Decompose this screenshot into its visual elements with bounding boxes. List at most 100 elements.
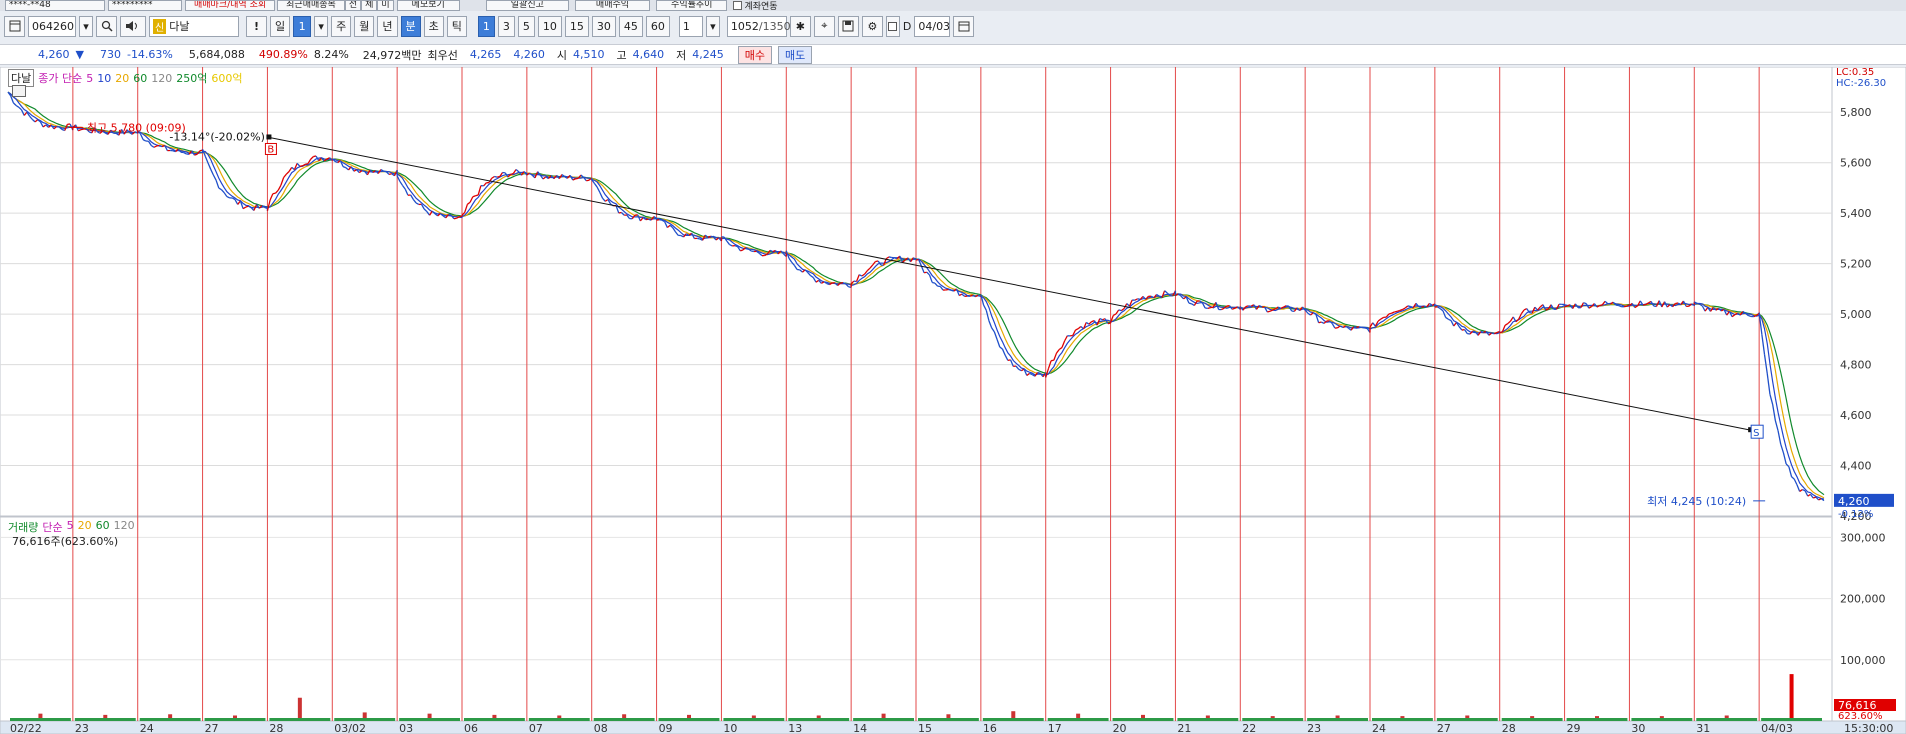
time-axis-pane	[0, 720, 1906, 734]
x-tick-label: 27	[1437, 722, 1451, 734]
x-tick-label: 29	[1567, 722, 1581, 734]
price-segment	[172, 150, 176, 153]
x-tick-label: 10	[723, 722, 737, 734]
price-segment	[264, 206, 268, 209]
price-tick-label: 5,600	[1840, 157, 1872, 170]
search-icon[interactable]	[96, 15, 117, 37]
best-price-label: 최우선	[427, 48, 458, 62]
buy-marker-text: B	[267, 144, 274, 155]
legend-ma20: 20	[115, 71, 130, 85]
x-tick-label: 28	[269, 722, 283, 734]
price-change: 730	[99, 48, 121, 61]
range-input[interactable]: 1052/13500	[726, 15, 798, 37]
save-icon[interactable]	[837, 15, 859, 37]
current-price-axis-label: 4,260	[1838, 495, 1870, 508]
period-day[interactable]: 일	[270, 15, 291, 37]
volume-value: 5,684,088	[188, 48, 245, 61]
price-segment	[932, 281, 936, 284]
minute-5[interactable]: 5	[517, 15, 535, 37]
price-segment	[1207, 306, 1211, 309]
x-tick-label: 17	[1048, 722, 1062, 734]
price-segment	[1286, 305, 1290, 307]
volume-ma-band	[1631, 718, 1693, 721]
date-input[interactable]: 04/03	[914, 15, 951, 37]
legend-amount-600: 600억	[211, 72, 243, 85]
grid-toggle-icon[interactable]	[12, 85, 26, 97]
price-segment	[1359, 326, 1363, 329]
buy-button[interactable]: 매수	[737, 45, 773, 64]
checkbox-label: 계좌연동	[744, 2, 778, 11]
day-count-select[interactable]: 1	[293, 15, 312, 37]
volume-bar	[1789, 674, 1794, 721]
trade-profit-button[interactable]: 매매수익	[574, 0, 651, 11]
checkbox-box[interactable]	[733, 1, 743, 10]
x-tick-label: 08	[594, 722, 608, 734]
crosshair-icon[interactable]: ⌖	[813, 15, 835, 37]
price-segment	[56, 125, 60, 128]
range-value: 1052	[730, 19, 759, 33]
batch-report-button[interactable]: 일괄신고	[485, 0, 569, 11]
x-tick-label: 24	[1372, 722, 1386, 734]
minute-30[interactable]: 30	[591, 15, 616, 37]
price-segment	[1491, 332, 1495, 335]
minute-count-input[interactable]: 1	[678, 15, 703, 37]
period-minute[interactable]: 분	[400, 15, 421, 37]
volume-ma-band	[1566, 718, 1628, 721]
settings-gear-icon[interactable]: ⚙	[861, 15, 883, 37]
price-segment	[1480, 330, 1484, 333]
alert-icon[interactable]: !	[246, 15, 267, 37]
date-checkbox[interactable]	[885, 15, 900, 37]
minute-60[interactable]: 60	[645, 15, 670, 37]
volume-ma-band	[788, 718, 850, 721]
price-segment	[156, 144, 160, 147]
period-week[interactable]: 주	[331, 15, 352, 37]
price-segment	[453, 217, 457, 220]
volume-bar	[297, 697, 302, 721]
day-count-dropdown-icon[interactable]: ▾	[314, 15, 329, 37]
stock-name-field[interactable]: 신 다날	[149, 15, 239, 37]
minute-10[interactable]: 10	[537, 15, 562, 37]
period-tick[interactable]: 틱	[446, 15, 467, 37]
low-price: 4,245	[692, 48, 724, 61]
legend-amount-250: 250억	[176, 72, 208, 85]
minute-1[interactable]: 1	[477, 15, 495, 37]
trade-history-button[interactable]: 매매마크/내역 조회	[185, 0, 276, 11]
unfilled-button[interactable]: 미	[377, 0, 394, 11]
all-button[interactable]: 전	[344, 0, 362, 11]
period-year[interactable]: 년	[377, 15, 398, 37]
account-select[interactable]: ****-**48	[5, 0, 105, 11]
x-tick-label: 03/02	[334, 722, 366, 734]
minute-3[interactable]: 3	[497, 15, 515, 37]
volume-ma-band	[528, 718, 590, 721]
chart-area[interactable]: 5,800 5,600 5,400 5,200 5,000 4,800 4,600 4,400…	[0, 67, 1906, 734]
calendar-icon[interactable]	[953, 15, 975, 37]
volume-ma-band	[464, 718, 525, 721]
down-arrow-icon: ▼	[75, 48, 84, 61]
price-segment	[888, 256, 892, 259]
layout-icon[interactable]	[4, 15, 25, 37]
minute-45[interactable]: 45	[618, 15, 643, 37]
speaker-icon[interactable]	[120, 15, 146, 37]
minute-dropdown-icon[interactable]: ▾	[705, 15, 720, 37]
volume-ma-band	[399, 718, 460, 721]
profit-trend-button[interactable]: 수익률추이	[656, 0, 728, 11]
memo-button[interactable]: 메모보기	[396, 0, 460, 11]
code-dropdown-icon[interactable]: ▾	[79, 15, 93, 37]
stock-code-input[interactable]: 064260	[28, 15, 76, 37]
price-segment	[1696, 302, 1700, 305]
period-second[interactable]: 초	[423, 15, 444, 37]
sell-button[interactable]: 매도	[778, 45, 813, 64]
x-tick-label: 23	[1307, 722, 1321, 734]
minute-15[interactable]: 15	[564, 15, 589, 37]
account-link-checkbox[interactable]: 계좌연동	[733, 0, 778, 11]
recent-trades-button[interactable]: 최근매매종목	[277, 0, 345, 11]
spinner-icon[interactable]: ✱	[789, 15, 811, 37]
password-field[interactable]: *********	[108, 0, 182, 11]
volume-ma-band	[1501, 718, 1563, 721]
price-segment	[826, 282, 830, 286]
chart-canvas[interactable]: 5,800 5,600 5,400 5,200 5,000 4,800 4,600 4,400…	[0, 67, 1906, 734]
filled-button[interactable]: 체	[361, 0, 378, 11]
period-month[interactable]: 월	[354, 15, 375, 37]
x-tick-label: 30	[1631, 722, 1645, 734]
volume-ma-band	[593, 718, 655, 721]
